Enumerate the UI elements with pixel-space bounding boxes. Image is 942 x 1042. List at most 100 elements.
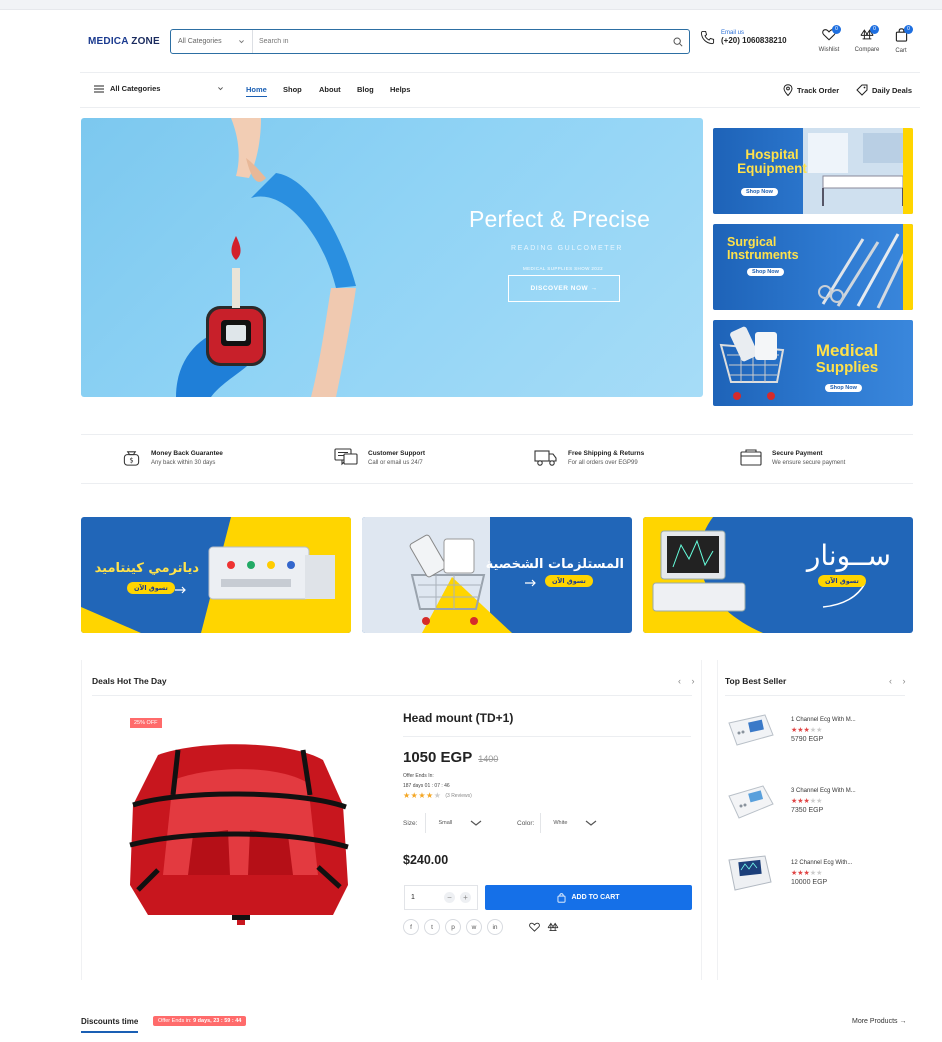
countdown-time: 9 days, 23 : 59 : 44: [193, 1018, 242, 1024]
quantity-value: 1: [411, 894, 415, 901]
compare-icon[interactable]: [547, 922, 559, 932]
menu-icon: [94, 84, 104, 93]
best-seller-name[interactable]: 3 Channel Ecg With M...: [791, 788, 856, 794]
contact-block[interactable]: Email us (+20) 1060838210: [700, 30, 787, 45]
feature-subtitle: For all orders over EGP99: [568, 459, 638, 466]
shop-now-pill[interactable]: تسوق الآن: [818, 575, 866, 587]
deals-carousel-arrows[interactable]: ‹ ›: [678, 676, 699, 686]
hero-illustration: [176, 118, 356, 397]
shop-now-button[interactable]: Shop Now: [741, 188, 778, 196]
best-seller-name[interactable]: 1 Channel Ecg With M...: [791, 717, 856, 723]
increase-quantity-button[interactable]: +: [460, 892, 471, 903]
discount-countdown-tag: Offer Ends in: 9 days, 23 : 59 : 44: [153, 1016, 247, 1026]
best-seller-price: 7350 EGP: [791, 807, 824, 814]
rating-stars: ★★★★★: [791, 870, 823, 877]
chevron-down-icon: [218, 87, 223, 91]
product-name[interactable]: Head mount (TD+1): [403, 711, 513, 725]
promo-headline: المستلزمات الشخصية: [485, 557, 624, 572]
shop-now-pill[interactable]: تسوق الآن: [127, 582, 175, 594]
social-share: f t p w in: [403, 919, 503, 935]
truck-icon: [534, 450, 557, 466]
nav-about[interactable]: About: [319, 85, 341, 94]
feature-subtitle: We ensure secure payment: [772, 459, 846, 466]
best-seller-carousel-arrows[interactable]: ‹ ›: [889, 676, 910, 686]
hero-banner[interactable]: Perfect & Precise READING GULCOMETER MED…: [81, 118, 703, 397]
side-banner-surgical-instruments[interactable]: Surgical Instruments Shop Now: [713, 224, 913, 310]
promo-banner-sonar[interactable]: ســونار تسوق الآن: [643, 517, 913, 633]
best-seller-item[interactable]: 12 Channel Ecg With... ★★★★★ 10000 EGP: [725, 852, 852, 894]
whatsapp-icon[interactable]: w: [466, 919, 482, 935]
shop-now-button[interactable]: Shop Now: [825, 384, 862, 392]
nav-shop[interactable]: Shop: [283, 85, 302, 94]
wishlist-button[interactable]: 0 Wishlist: [813, 25, 845, 53]
cart-count-badge: 0: [904, 25, 913, 34]
product-old-price: 1400: [478, 754, 499, 764]
surgical-tools-image: [818, 224, 913, 310]
daily-deals-label: Daily Deals: [872, 85, 913, 95]
review-count[interactable]: (3 Reviews): [445, 793, 471, 799]
hero-subtitle: READING GULCOMETER: [511, 245, 624, 252]
facebook-icon[interactable]: f: [403, 919, 419, 935]
track-order-link[interactable]: Track Order: [783, 84, 839, 96]
product-rating: ★★★★★ (3 Reviews): [403, 791, 472, 800]
shop-now-pill[interactable]: تسوق الآن: [545, 575, 593, 587]
banner-title-line2: Supplies: [815, 358, 879, 376]
feature-subtitle: Any back within 30 days: [151, 459, 216, 466]
divider: [92, 695, 692, 696]
promo-background: [643, 517, 866, 633]
search-input[interactable]: [253, 38, 667, 45]
deals-section-title: Deals Hot The Day: [92, 676, 167, 686]
search-button[interactable]: [667, 37, 689, 47]
banner-title-line2: Equipment: [737, 161, 807, 177]
feature-subtitle: Call or email us 24/7: [368, 459, 423, 466]
all-categories-dropdown[interactable]: All Categories: [94, 84, 224, 93]
feature-free-shipping: Free Shipping & Returns For all orders o…: [534, 448, 644, 467]
search-category-select[interactable]: All Categories: [171, 30, 253, 53]
promo-banner-personal-supplies[interactable]: المستلزمات الشخصية تسوق الآن: [362, 517, 632, 633]
bag-icon: [557, 892, 566, 903]
divider: [425, 813, 427, 833]
more-products-link[interactable]: More Products →: [852, 1018, 906, 1025]
compare-button[interactable]: 0 Compare: [851, 25, 883, 53]
track-order-label: Track Order: [797, 85, 840, 95]
site-logo[interactable]: MEDICA ZONE: [88, 36, 160, 47]
nav-home[interactable]: Home: [246, 85, 267, 97]
linkedin-icon[interactable]: in: [487, 919, 503, 935]
color-selector[interactable]: Color: White: [517, 813, 597, 833]
size-selector[interactable]: Size: Small: [403, 813, 482, 833]
arrow-right-icon: [525, 579, 536, 587]
nav-blog[interactable]: Blog: [357, 85, 374, 94]
location-pin-icon: [783, 84, 793, 96]
promo-headline: دياترمي كينتاميد: [94, 561, 199, 576]
cart-button[interactable]: 0 Cart: [885, 25, 917, 54]
best-seller-item[interactable]: 1 Channel Ecg With M... ★★★★★ 5790 EGP: [725, 709, 856, 751]
product-image-head-mount[interactable]: [118, 735, 363, 945]
add-to-cart-button[interactable]: ADD TO CART: [485, 885, 692, 910]
promo-banner-diathermy[interactable]: دياترمي كينتاميد تسوق الآن: [81, 517, 351, 633]
heart-icon[interactable]: [529, 922, 540, 932]
twitter-icon[interactable]: t: [424, 919, 440, 935]
phone-icon: [700, 30, 715, 45]
color-label: Color:: [517, 819, 535, 827]
pinterest-icon[interactable]: p: [445, 919, 461, 935]
money-bag-icon: $: [123, 451, 140, 466]
best-seller-name[interactable]: 12 Channel Ecg With...: [791, 860, 852, 866]
feature-title: Secure Payment: [772, 449, 823, 457]
divider: [540, 813, 542, 833]
side-banner-medical-supplies[interactable]: Medical Supplies Shop Now: [713, 320, 913, 406]
discount-badge: 25% OFF: [130, 718, 162, 728]
best-seller-item[interactable]: 3 Channel Ecg With M... ★★★★★ 7350 EGP: [725, 780, 856, 822]
quantity-stepper[interactable]: 1 − +: [404, 885, 478, 910]
daily-deals-link[interactable]: Daily Deals: [856, 84, 912, 96]
shop-now-button[interactable]: Shop Now: [747, 268, 784, 276]
divider: [725, 695, 905, 696]
feature-title: Customer Support: [368, 449, 426, 457]
nav-helps[interactable]: Helps: [390, 85, 410, 94]
side-banner-hospital-equipment[interactable]: Hospital Equipment Shop Now: [713, 128, 913, 214]
banner-title-line1: Hospital: [745, 147, 799, 162]
discover-now-button[interactable]: DISCOVER NOW →: [508, 275, 620, 302]
decrease-quantity-button[interactable]: −: [444, 892, 455, 903]
search-category-label: All Categories: [178, 38, 222, 45]
phone-number: (+20) 1060838210: [721, 36, 787, 45]
rating-stars: ★★★★★: [403, 791, 442, 800]
